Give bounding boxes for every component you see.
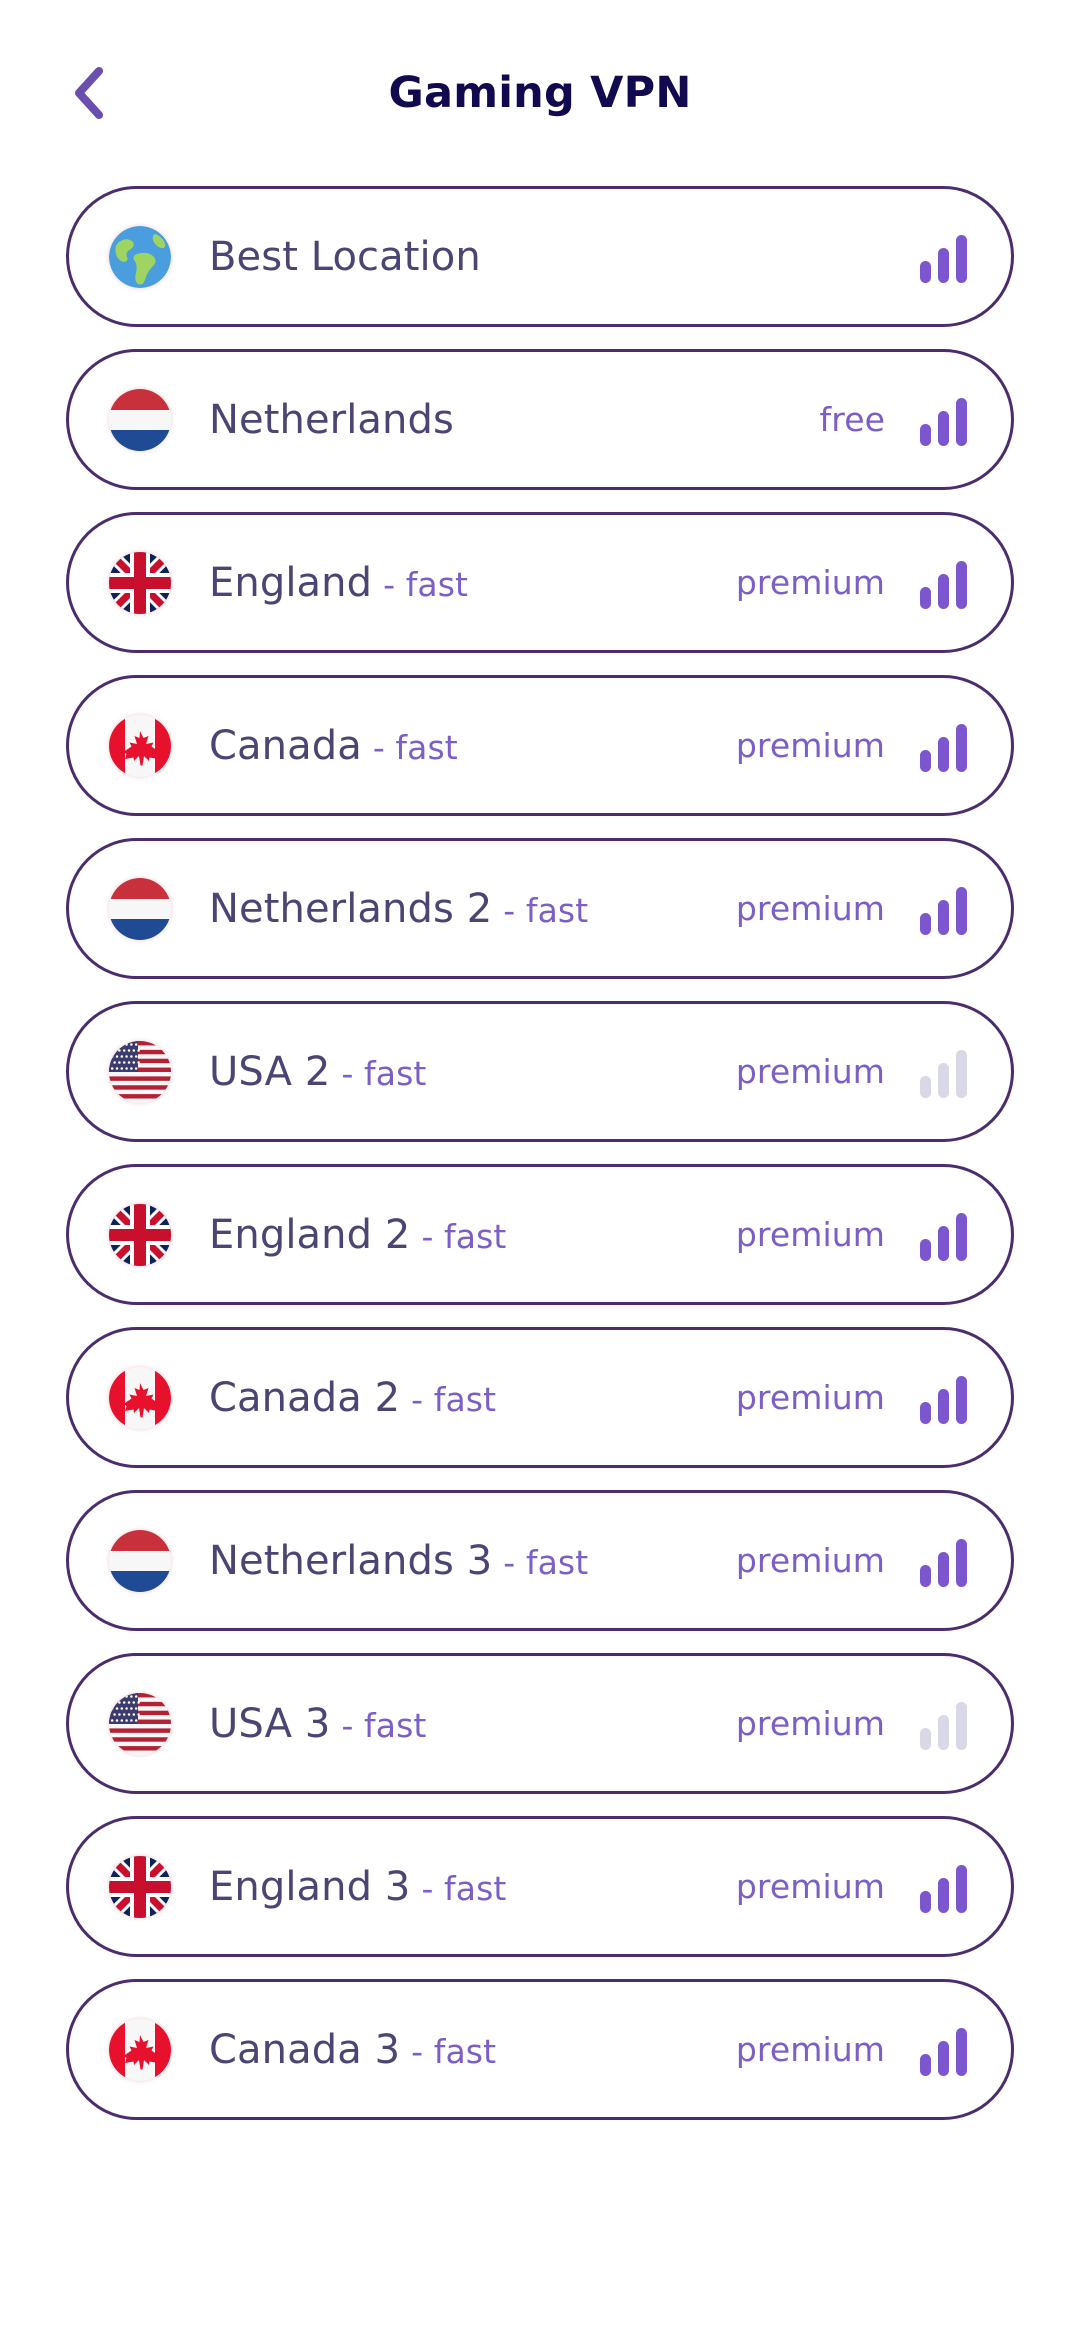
server-name: Netherlands 3 <box>209 1537 493 1584</box>
server-name: Canada 3 <box>209 2026 401 2073</box>
globe-icon <box>109 225 171 288</box>
server-labels: Netherlands 2- fast <box>209 886 736 932</box>
server-tier-badge: premium <box>735 889 885 928</box>
server-labels: England 3- fast <box>209 1864 736 1910</box>
server-tier-badge: premium <box>735 2030 885 2069</box>
server-labels: USA 2- fast <box>209 1049 736 1095</box>
server-row[interactable]: Netherlands 3- fast premium <box>66 1490 1014 1631</box>
server-speed-tag: - fast <box>411 2031 497 2071</box>
server-name: Best Location <box>209 233 481 280</box>
server-tier-badge: premium <box>735 1541 885 1580</box>
server-labels: England - fast <box>209 560 736 606</box>
signal-strength-icon <box>915 720 967 772</box>
server-name: England <box>209 559 373 606</box>
server-list: Best Location Netherlands free England - fas… <box>0 186 1080 2340</box>
server-speed-tag: - fast <box>421 1216 507 1256</box>
server-tier-badge: premium <box>735 1378 885 1417</box>
server-tier-badge: premium <box>735 726 885 765</box>
server-labels: Canada 2- fast <box>209 1375 736 1421</box>
signal-strength-icon <box>915 557 967 609</box>
server-labels: Best Location <box>209 234 915 280</box>
server-labels: Netherlands 3- fast <box>209 1538 736 1584</box>
flag-england <box>109 1203 171 1266</box>
server-name: Netherlands <box>209 396 454 443</box>
flag-usa <box>109 1692 171 1755</box>
server-speed-tag: - fast <box>503 890 589 930</box>
server-name: Netherlands 2 <box>209 885 493 932</box>
server-speed-tag: - fast <box>503 1542 589 1582</box>
server-row[interactable]: Netherlands free <box>66 349 1014 490</box>
flag-england <box>109 551 171 614</box>
server-labels: USA 3- fast <box>209 1701 736 1747</box>
server-row[interactable]: Netherlands 2- fast premium <box>66 838 1014 979</box>
back-button[interactable] <box>52 57 124 129</box>
signal-strength-icon <box>915 1535 967 1587</box>
server-row[interactable]: USA 2- fast premium <box>66 1001 1014 1142</box>
signal-strength-icon <box>915 394 967 446</box>
signal-strength-icon <box>915 1698 967 1750</box>
server-row[interactable]: England - fast premium <box>66 512 1014 653</box>
server-speed-tag: - fast <box>421 1868 507 1908</box>
server-tier-badge: premium <box>735 1215 885 1254</box>
server-row[interactable]: England 3- fast premium <box>66 1816 1014 1957</box>
server-speed-tag: - fast <box>383 564 469 604</box>
page-title: Gaming VPN <box>388 68 692 118</box>
server-speed-tag: - fast <box>341 1053 427 1093</box>
server-row[interactable]: Canada - fast premium <box>66 675 1014 816</box>
app-header: Gaming VPN <box>0 0 1080 186</box>
server-name: England 2 <box>209 1211 411 1258</box>
flag-england <box>109 1855 171 1918</box>
server-name: USA 2 <box>209 1048 331 1095</box>
server-labels: Canada 3- fast <box>209 2027 736 2073</box>
flag-canada <box>109 1366 171 1429</box>
server-tier-badge: premium <box>735 563 885 602</box>
flag-netherlands <box>109 1529 171 1592</box>
flag-canada <box>109 2018 171 2081</box>
server-row[interactable]: USA 3- fast premium <box>66 1653 1014 1794</box>
flag-netherlands <box>109 388 171 451</box>
chevron-left-icon <box>71 66 105 120</box>
flag-usa <box>109 1040 171 1103</box>
server-row[interactable]: Canada 2- fast premium <box>66 1327 1014 1468</box>
server-speed-tag: - fast <box>372 727 458 767</box>
server-labels: England 2- fast <box>209 1212 736 1258</box>
server-name: Canada 2 <box>209 1374 401 1421</box>
signal-strength-icon <box>915 231 967 283</box>
gaming-vpn-screen: Gaming VPN Best Location Netherlands free E… <box>0 0 1080 2340</box>
signal-strength-icon <box>915 1372 967 1424</box>
server-tier-badge: free <box>819 400 885 439</box>
flag-canada <box>109 714 171 777</box>
server-tier-badge: premium <box>735 1704 885 1743</box>
signal-strength-icon <box>915 1861 967 1913</box>
flag-netherlands <box>109 877 171 940</box>
server-name: England 3 <box>209 1863 411 1910</box>
signal-strength-icon <box>915 883 967 935</box>
server-tier-badge: premium <box>735 1867 885 1906</box>
server-speed-tag: - fast <box>411 1379 497 1419</box>
server-tier-badge: premium <box>735 1052 885 1091</box>
server-name: Canada <box>209 722 362 769</box>
signal-strength-icon <box>915 2024 967 2076</box>
server-labels: Netherlands <box>209 397 820 443</box>
server-labels: Canada - fast <box>209 723 736 769</box>
server-row[interactable]: Best Location <box>66 186 1014 327</box>
server-row[interactable]: Canada 3- fast premium <box>66 1979 1014 2120</box>
server-row[interactable]: England 2- fast premium <box>66 1164 1014 1305</box>
server-name: USA 3 <box>209 1700 331 1747</box>
signal-strength-icon <box>915 1209 967 1261</box>
signal-strength-icon <box>915 1046 967 1098</box>
server-speed-tag: - fast <box>341 1705 427 1745</box>
